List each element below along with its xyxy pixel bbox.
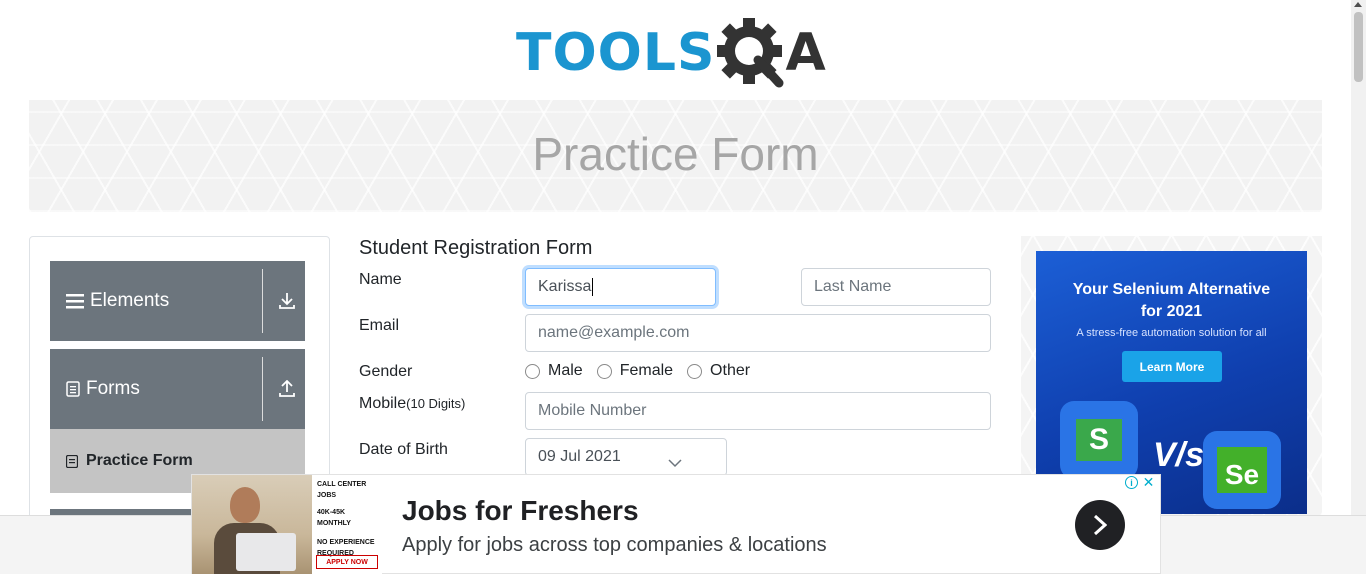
document-icon — [66, 381, 80, 397]
selenium-logo-icon: Se — [1203, 431, 1281, 509]
page-title: Practice Form — [532, 128, 819, 180]
email-field[interactable]: name@example.com — [525, 314, 991, 352]
chevron-down-icon — [668, 459, 682, 468]
sidebar-group-forms-label: Forms — [86, 378, 140, 399]
mobile-label: Mobile(10 Digits) — [359, 395, 465, 413]
scroll-up-arrow-icon[interactable] — [1354, 2, 1362, 7]
sidebar-divider — [262, 357, 263, 421]
text-caret — [592, 278, 594, 296]
name-label: Name — [359, 271, 402, 288]
sidebar-divider — [262, 269, 263, 333]
ad-image-line: CALL CENTER JOBS — [317, 481, 367, 499]
gear-magnifier-icon — [717, 18, 784, 88]
radio-circle[interactable] — [525, 363, 540, 379]
last-name-input[interactable]: Last Name — [801, 268, 991, 306]
first-name-input[interactable]: Karissa — [525, 268, 716, 306]
mobile-number-field[interactable]: Mobile Number — [525, 392, 991, 430]
form-title: Student Registration Form — [359, 237, 593, 259]
radio-label: Female — [619, 362, 674, 379]
ad-headline: Your Selenium Alternative for 2021 — [1036, 279, 1307, 323]
sidebar-group-elements[interactable]: Elements — [50, 261, 305, 341]
gender-other-radio[interactable]: Other — [687, 362, 750, 380]
gender-label: Gender — [359, 363, 413, 380]
ad-description: Apply for jobs across top companies & lo… — [402, 534, 827, 556]
mobile-placeholder: Mobile Number — [538, 402, 647, 419]
ad-photo-laptop — [236, 533, 296, 571]
bottom-advertisement[interactable]: CALL CENTER JOBS 40K-45K MONTHLY NO EXPE… — [191, 474, 1161, 574]
ad-image-line: 40K-45K MONTHLY — [317, 509, 351, 527]
mobile-hint: (10 Digits) — [406, 396, 466, 411]
logo-qa: A — [717, 17, 826, 89]
ad-subtitle: A stress-free automation solution for al… — [1076, 327, 1267, 339]
ad-title[interactable]: Jobs for Freshers — [402, 495, 639, 527]
ad-photo — [192, 475, 312, 574]
s-logo-icon: S — [1060, 401, 1138, 479]
sidebar-item-label: Practice Form — [86, 452, 193, 469]
learn-more-button[interactable]: Learn More — [1122, 351, 1222, 382]
gender-female-radio[interactable]: Female — [596, 362, 674, 380]
sidebar-group-forms[interactable]: Forms — [50, 349, 305, 429]
first-name-value: Karissa — [538, 278, 592, 295]
date-of-birth-input[interactable]: 09 Jul 2021 — [525, 438, 727, 476]
mobile-label-text: Mobile — [359, 395, 407, 412]
upload-arrow-icon[interactable] — [279, 380, 295, 398]
ad-photo-head — [230, 487, 260, 523]
page: TOOLS A Practice Form Elements Forms Pra… — [0, 0, 1366, 574]
radio-label: Male — [548, 362, 583, 379]
email-placeholder: name@example.com — [538, 324, 690, 341]
scrollbar-thumb[interactable] — [1354, 12, 1363, 82]
sidebar-group-label: Elements — [66, 290, 169, 312]
ad-go-button[interactable] — [1075, 500, 1125, 550]
logo-a: A — [785, 23, 826, 83]
form-icon — [66, 454, 78, 468]
download-arrow-icon[interactable] — [279, 292, 295, 310]
s-logo-mark: S — [1076, 419, 1122, 461]
gender-radio-group: Male Female Other — [525, 362, 764, 380]
ad-headline-line-2: for 2021 — [1140, 303, 1203, 320]
radio-circle[interactable] — [687, 363, 703, 379]
last-name-placeholder: Last Name — [814, 278, 892, 295]
radio-label: Other — [710, 362, 751, 379]
close-icon[interactable]: ✕ — [1141, 474, 1156, 490]
email-label: Email — [359, 317, 400, 334]
apply-now-button[interactable]: APPLY NOW — [316, 555, 378, 569]
ad-headline-line-1: Your Selenium Alternative — [1072, 281, 1271, 298]
hamburger-icon — [66, 294, 84, 309]
se-logo-mark: Se — [1217, 447, 1267, 493]
logo-wordmark: TOOLS — [516, 23, 716, 83]
vertical-scrollbar[interactable] — [1351, 0, 1366, 515]
versus-text: V/s — [1153, 436, 1205, 474]
sidebar-group-label: Forms — [66, 378, 140, 400]
gender-male-radio[interactable]: Male — [525, 362, 583, 380]
toolsqa-logo[interactable]: TOOLS A — [516, 15, 838, 91]
page-banner: Practice Form — [29, 100, 1322, 212]
adchoices-icon[interactable]: i — [1125, 476, 1138, 489]
sidebar-group-elements-label: Elements — [90, 290, 170, 311]
dob-label: Date of Birth — [359, 441, 448, 458]
radio-circle[interactable] — [596, 363, 612, 379]
dob-value: 09 Jul 2021 — [538, 448, 621, 465]
chevron-right-icon — [1093, 514, 1107, 536]
